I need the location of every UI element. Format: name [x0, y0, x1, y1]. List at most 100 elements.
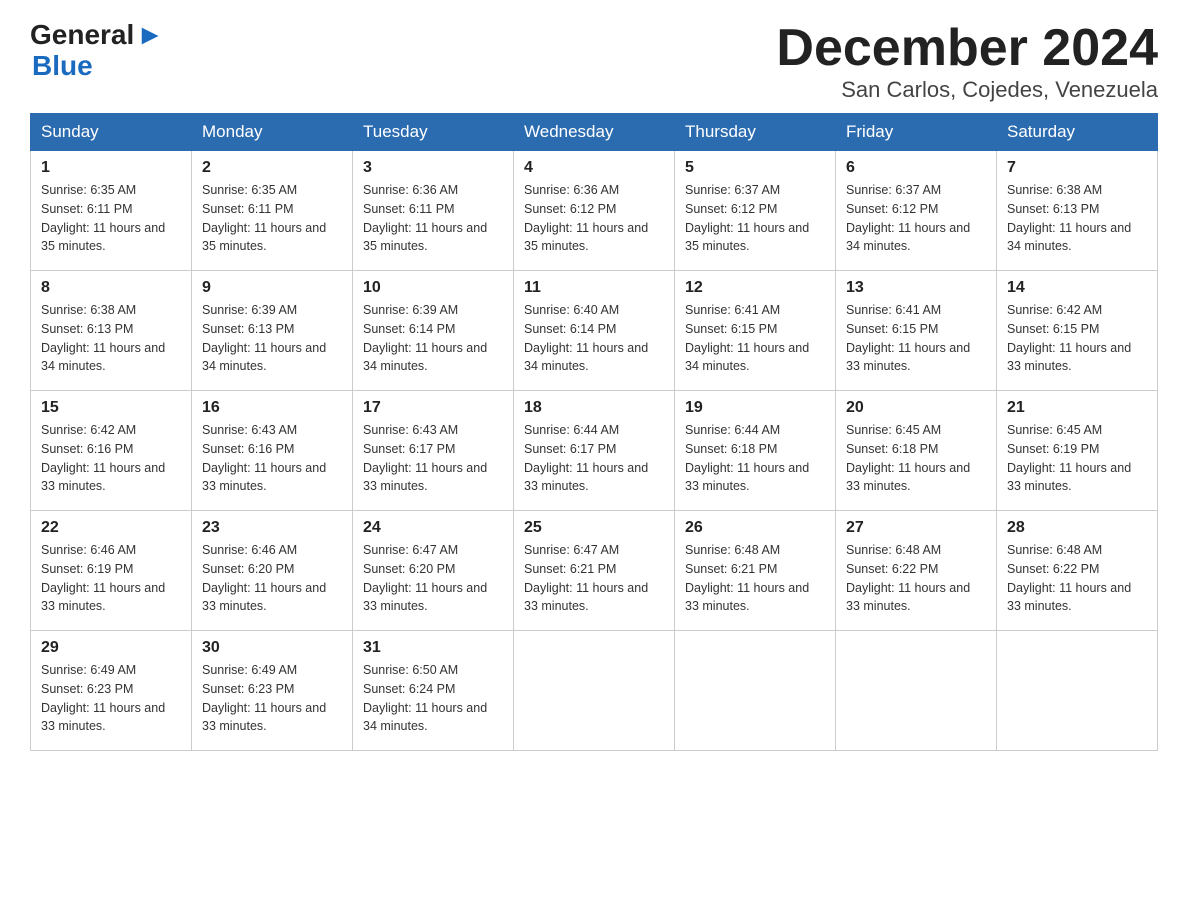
calendar-table: SundayMondayTuesdayWednesdayThursdayFrid… [30, 113, 1158, 751]
day-number: 23 [202, 519, 342, 537]
day-number: 24 [363, 519, 503, 537]
page-header: General ► Blue December 2024 San Carlos,… [30, 20, 1158, 103]
calendar-cell: 11 Sunrise: 6:40 AMSunset: 6:14 PMDayligh… [514, 271, 675, 391]
day-info: Sunrise: 6:49 AMSunset: 6:23 PMDaylight:… [41, 661, 181, 736]
calendar-cell [997, 631, 1158, 751]
day-number: 1 [41, 159, 181, 177]
weekday-header-wednesday: Wednesday [514, 114, 675, 151]
calendar-cell: 3Sunrise: 6:36 AMSunset: 6:11 PMDaylight… [353, 151, 514, 271]
weekday-header-friday: Friday [836, 114, 997, 151]
calendar-cell: 18 Sunrise: 6:44 AMSunset: 6:17 PMDayligh… [514, 391, 675, 511]
day-number: 12 [685, 279, 825, 297]
calendar-cell: 13 Sunrise: 6:41 AMSunset: 6:15 PMDayligh… [836, 271, 997, 391]
calendar-week-row: 15 Sunrise: 6:42 AMSunset: 6:16 PMDayligh… [31, 391, 1158, 511]
calendar-cell: 22 Sunrise: 6:46 AMSunset: 6:19 PMDayligh… [31, 511, 192, 631]
day-number: 17 [363, 399, 503, 417]
weekday-header-saturday: Saturday [997, 114, 1158, 151]
calendar-week-row: 29 Sunrise: 6:49 AMSunset: 6:23 PMDayligh… [31, 631, 1158, 751]
weekday-header-sunday: Sunday [31, 114, 192, 151]
calendar-week-row: 22 Sunrise: 6:46 AMSunset: 6:19 PMDayligh… [31, 511, 1158, 631]
day-info: Sunrise: 6:37 AMSunset: 6:12 PMDaylight:… [685, 181, 825, 256]
calendar-cell: 30Sunrise: 6:49 AMSunset: 6:23 PMDayligh… [192, 631, 353, 751]
title-area: December 2024 San Carlos, Cojedes, Venez… [776, 20, 1158, 103]
day-number: 15 [41, 399, 181, 417]
day-number: 8 [41, 279, 181, 297]
calendar-cell: 5 Sunrise: 6:37 AMSunset: 6:12 PMDaylight… [675, 151, 836, 271]
calendar-cell: 1 Sunrise: 6:35 AMSunset: 6:11 PMDaylight… [31, 151, 192, 271]
logo-blue-text: Blue [30, 51, 164, 82]
day-info: Sunrise: 6:38 AMSunset: 6:13 PMDaylight:… [41, 301, 181, 376]
calendar-cell: 15 Sunrise: 6:42 AMSunset: 6:16 PMDayligh… [31, 391, 192, 511]
weekday-header-thursday: Thursday [675, 114, 836, 151]
day-number: 25 [524, 519, 664, 537]
day-info: Sunrise: 6:50 AMSunset: 6:24 PMDaylight:… [363, 661, 503, 736]
day-info: Sunrise: 6:42 AMSunset: 6:16 PMDaylight:… [41, 421, 181, 496]
day-info: Sunrise: 6:48 AMSunset: 6:22 PMDaylight:… [1007, 541, 1147, 616]
location-subtitle: San Carlos, Cojedes, Venezuela [776, 77, 1158, 103]
day-info: Sunrise: 6:45 AMSunset: 6:18 PMDaylight:… [846, 421, 986, 496]
day-info: Sunrise: 6:36 AMSunset: 6:11 PMDaylight:… [363, 181, 503, 256]
day-info: Sunrise: 6:41 AMSunset: 6:15 PMDaylight:… [685, 301, 825, 376]
calendar-week-row: 8 Sunrise: 6:38 AMSunset: 6:13 PMDaylight… [31, 271, 1158, 391]
day-info: Sunrise: 6:39 AMSunset: 6:14 PMDaylight:… [363, 301, 503, 376]
day-info: Sunrise: 6:44 AMSunset: 6:18 PMDaylight:… [685, 421, 825, 496]
day-number: 16 [202, 399, 342, 417]
day-info: Sunrise: 6:36 AMSunset: 6:12 PMDaylight:… [524, 181, 664, 256]
day-number: 7 [1007, 159, 1147, 177]
day-number: 9 [202, 279, 342, 297]
calendar-cell: 16Sunrise: 6:43 AMSunset: 6:16 PMDayligh… [192, 391, 353, 511]
day-number: 18 [524, 399, 664, 417]
day-info: Sunrise: 6:49 AMSunset: 6:23 PMDaylight:… [202, 661, 342, 736]
day-info: Sunrise: 6:40 AMSunset: 6:14 PMDaylight:… [524, 301, 664, 376]
calendar-cell: 7 Sunrise: 6:38 AMSunset: 6:13 PMDaylight… [997, 151, 1158, 271]
logo-arrow-icon: ► [136, 20, 164, 51]
calendar-cell: 10 Sunrise: 6:39 AMSunset: 6:14 PMDayligh… [353, 271, 514, 391]
logo: General ► Blue [30, 20, 164, 82]
day-number: 5 [685, 159, 825, 177]
day-info: Sunrise: 6:48 AMSunset: 6:22 PMDaylight:… [846, 541, 986, 616]
day-number: 13 [846, 279, 986, 297]
day-number: 28 [1007, 519, 1147, 537]
day-number: 26 [685, 519, 825, 537]
calendar-cell: 14Sunrise: 6:42 AMSunset: 6:15 PMDayligh… [997, 271, 1158, 391]
day-number: 4 [524, 159, 664, 177]
day-info: Sunrise: 6:45 AMSunset: 6:19 PMDaylight:… [1007, 421, 1147, 496]
day-number: 31 [363, 639, 503, 657]
calendar-cell: 2Sunrise: 6:35 AMSunset: 6:11 PMDaylight… [192, 151, 353, 271]
calendar-cell [675, 631, 836, 751]
calendar-cell: 25 Sunrise: 6:47 AMSunset: 6:21 PMDayligh… [514, 511, 675, 631]
calendar-cell: 8 Sunrise: 6:38 AMSunset: 6:13 PMDaylight… [31, 271, 192, 391]
calendar-cell: 26 Sunrise: 6:48 AMSunset: 6:21 PMDayligh… [675, 511, 836, 631]
day-number: 21 [1007, 399, 1147, 417]
calendar-cell: 12 Sunrise: 6:41 AMSunset: 6:15 PMDayligh… [675, 271, 836, 391]
calendar-cell: 20 Sunrise: 6:45 AMSunset: 6:18 PMDayligh… [836, 391, 997, 511]
day-info: Sunrise: 6:47 AMSunset: 6:21 PMDaylight:… [524, 541, 664, 616]
day-info: Sunrise: 6:38 AMSunset: 6:13 PMDaylight:… [1007, 181, 1147, 256]
day-number: 6 [846, 159, 986, 177]
calendar-week-row: 1 Sunrise: 6:35 AMSunset: 6:11 PMDaylight… [31, 151, 1158, 271]
day-number: 20 [846, 399, 986, 417]
calendar-cell [836, 631, 997, 751]
day-info: Sunrise: 6:46 AMSunset: 6:19 PMDaylight:… [41, 541, 181, 616]
day-number: 10 [363, 279, 503, 297]
day-info: Sunrise: 6:42 AMSunset: 6:15 PMDaylight:… [1007, 301, 1147, 376]
day-number: 29 [41, 639, 181, 657]
weekday-header-monday: Monday [192, 114, 353, 151]
day-info: Sunrise: 6:35 AMSunset: 6:11 PMDaylight:… [41, 181, 181, 256]
day-info: Sunrise: 6:48 AMSunset: 6:21 PMDaylight:… [685, 541, 825, 616]
day-info: Sunrise: 6:44 AMSunset: 6:17 PMDaylight:… [524, 421, 664, 496]
logo-general-text: General [30, 20, 134, 51]
calendar-cell [514, 631, 675, 751]
calendar-cell: 19Sunrise: 6:44 AMSunset: 6:18 PMDayligh… [675, 391, 836, 511]
calendar-cell: 9Sunrise: 6:39 AMSunset: 6:13 PMDaylight… [192, 271, 353, 391]
calendar-cell: 4 Sunrise: 6:36 AMSunset: 6:12 PMDaylight… [514, 151, 675, 271]
day-number: 11 [524, 279, 664, 297]
weekday-header-row: SundayMondayTuesdayWednesdayThursdayFrid… [31, 114, 1158, 151]
day-number: 22 [41, 519, 181, 537]
day-number: 2 [202, 159, 342, 177]
day-info: Sunrise: 6:41 AMSunset: 6:15 PMDaylight:… [846, 301, 986, 376]
month-title: December 2024 [776, 20, 1158, 77]
calendar-cell: 21 Sunrise: 6:45 AMSunset: 6:19 PMDayligh… [997, 391, 1158, 511]
calendar-cell: 27Sunrise: 6:48 AMSunset: 6:22 PMDayligh… [836, 511, 997, 631]
day-info: Sunrise: 6:43 AMSunset: 6:17 PMDaylight:… [363, 421, 503, 496]
